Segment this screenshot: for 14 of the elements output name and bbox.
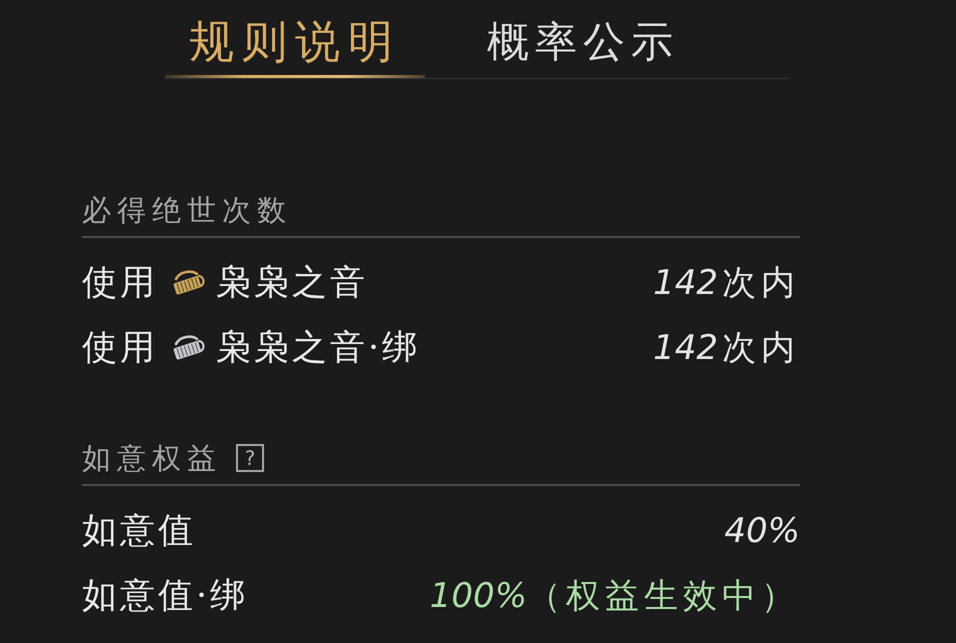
stat-label: 如意值·绑 bbox=[82, 574, 248, 618]
count-text: 142 次内 bbox=[653, 262, 800, 304]
stat-value: 100%（权益生效中） bbox=[430, 574, 800, 618]
item-name: 枭枭之音 bbox=[216, 262, 368, 304]
stat-value: 40% bbox=[724, 510, 800, 552]
stat-label: 如意值 bbox=[82, 510, 196, 552]
section-title: 必得绝世次数 bbox=[82, 192, 292, 228]
count-text: 142 次内 bbox=[653, 326, 800, 370]
item-name: 枭枭之音·绑 bbox=[216, 326, 420, 370]
use-label: 使用 bbox=[82, 326, 158, 370]
use-label: 使用 bbox=[82, 262, 158, 304]
help-button[interactable]: ? bbox=[236, 444, 264, 472]
tab[interactable]: 概率公示 bbox=[453, 0, 713, 78]
section-title: 如意权益 bbox=[82, 440, 222, 476]
